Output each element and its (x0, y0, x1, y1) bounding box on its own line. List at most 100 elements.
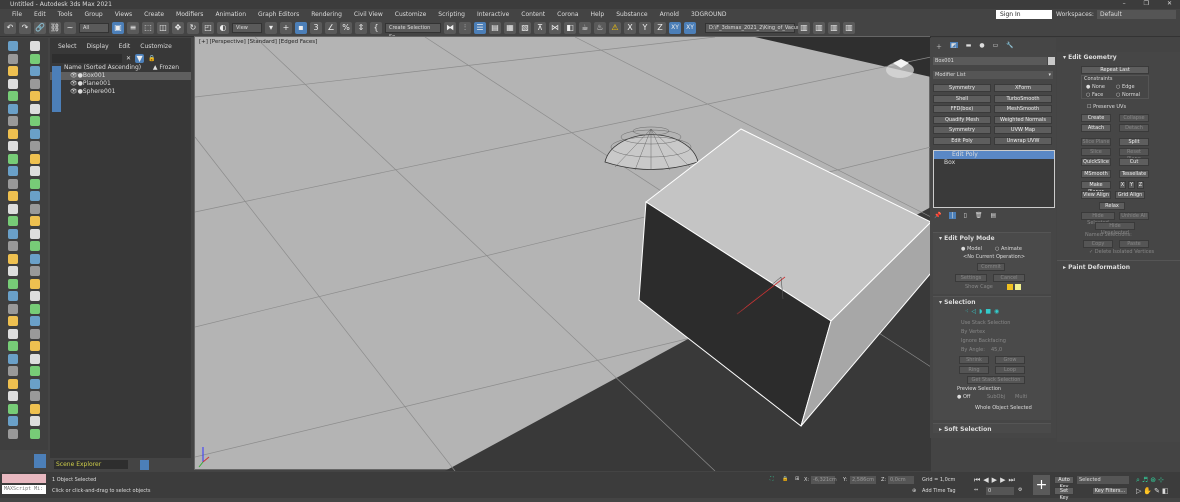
get-stack-selection-button[interactable]: Get Stack Selection (967, 376, 1025, 384)
tool-icon[interactable] (8, 141, 18, 151)
menu-customize[interactable]: Customize (389, 9, 433, 20)
menu-file[interactable]: File (6, 9, 28, 20)
remove-modifier-icon[interactable]: 🗑 (975, 212, 983, 219)
tool-icon[interactable] (30, 128, 40, 139)
schematic-icon[interactable]: ▧ (519, 22, 531, 34)
tool-icon[interactable] (30, 253, 40, 264)
hide-unselected-button[interactable]: Hide Unselected (1095, 222, 1135, 236)
tool-icon[interactable] (8, 116, 18, 126)
time-tag-icon[interactable]: ⊕ (912, 488, 916, 494)
visibility-icon[interactable]: 👁● (70, 80, 83, 88)
axis-z-button[interactable]: Z (654, 22, 666, 34)
rollout-title[interactable]: ▾ Edit Poly Mode (933, 233, 1051, 243)
menu-graph-editors[interactable]: Graph Editors (252, 9, 305, 20)
hide-selected-button[interactable]: Hide Selected (1081, 212, 1115, 226)
named-selection-dropdown[interactable]: Create Selection Se (385, 23, 441, 40)
tool-icon[interactable] (30, 378, 40, 389)
scene-object-row[interactable]: 👁● Box001 (50, 72, 191, 80)
lock-icon[interactable]: 🔒 (148, 55, 155, 62)
tool-icon[interactable] (30, 228, 40, 239)
selection-lock-icon[interactable]: 🔒 (782, 476, 788, 482)
axis-xy-button[interactable]: XY (669, 22, 681, 34)
tool-icon[interactable] (8, 353, 18, 364)
pin-stack-icon[interactable]: 📌 (934, 212, 941, 219)
tool-icon[interactable] (30, 353, 40, 364)
rect-selection-icon[interactable]: ⬚ (142, 22, 154, 34)
menu-edit[interactable]: Edit (28, 9, 52, 20)
model-radio[interactable]: ● Model (961, 246, 982, 252)
key-mode-icon[interactable]: ⇔ (974, 487, 978, 493)
by-angle-checkbox[interactable]: By Angle: (961, 347, 985, 353)
constraint-normal-radio[interactable]: ○ Normal (1116, 92, 1140, 98)
tool-icon[interactable] (30, 241, 40, 251)
tool-icon[interactable] (30, 41, 40, 51)
select-by-name-icon[interactable]: ≡ (127, 22, 139, 34)
slice-plane-button[interactable]: Slice Plane (1081, 138, 1111, 146)
tool-icon[interactable] (8, 303, 18, 314)
tool-icon[interactable] (8, 378, 18, 389)
tool-icon[interactable] (8, 278, 18, 289)
configure-sets-icon[interactable]: ▤ (990, 212, 996, 219)
scene-object-row[interactable]: 👁● Plane001 (50, 80, 191, 88)
preview-multi-radio[interactable]: Multi (1015, 394, 1027, 400)
tool-icon[interactable] (30, 178, 40, 189)
use-stack-selection-checkbox[interactable]: Use Stack Selection (961, 320, 1010, 326)
motion-tab-icon[interactable]: ● (979, 42, 984, 49)
show-cage-checkbox[interactable]: Show Cage (965, 284, 993, 290)
toggle-ribbon-icon[interactable]: ▤ (489, 22, 501, 34)
scale-icon[interactable]: ◰ (202, 22, 214, 34)
copy-button[interactable]: Copy (1083, 240, 1113, 248)
object-name-field[interactable]: Box001 (933, 57, 1047, 65)
modifier-button[interactable]: MeshSmooth (994, 105, 1052, 113)
make-planar-button[interactable]: Make Planar (1081, 181, 1111, 195)
tool-icon[interactable] (30, 428, 40, 439)
viewport-nav-icons[interactable]: ⌕♬⊛⊹ (1136, 476, 1166, 485)
render-frame-icon[interactable]: ◧ (564, 22, 576, 34)
tool-icon[interactable] (30, 416, 40, 426)
tool-icon[interactable] (8, 78, 18, 89)
perspective-viewport[interactable]: [+] [Perspective] [Standard] [Edged Face… (194, 36, 931, 471)
tool-icon[interactable] (8, 241, 18, 251)
repeat-last-button[interactable]: Repeat Last (1081, 66, 1149, 74)
unhide-all-button[interactable]: Unhide All (1119, 212, 1149, 220)
material-editor-icon[interactable]: ⊼ (534, 22, 546, 34)
tool-icon[interactable] (8, 266, 18, 276)
tool-icon[interactable] (8, 166, 18, 176)
tool-icon[interactable] (8, 416, 18, 426)
keyboard-shortcut-icon[interactable]: ▪ (295, 22, 307, 34)
tool-icon[interactable] (30, 116, 40, 126)
unlink-icon[interactable]: ⛓ (49, 22, 61, 34)
modifier-button[interactable]: Weighted Normals (994, 115, 1052, 124)
rollout-title[interactable]: ▾ Selection (933, 297, 1051, 307)
isolate-selection-icon[interactable]: ⛶ (770, 476, 774, 482)
tool-icon[interactable] (8, 91, 18, 101)
selection-filter-dropdown[interactable]: All (79, 23, 109, 33)
constraint-face-radio[interactable]: ○ Face (1086, 92, 1103, 98)
manipulate-icon[interactable]: + (280, 22, 292, 34)
tool-icon[interactable] (30, 203, 40, 214)
minimize-button[interactable]: – (1123, 0, 1126, 7)
clear-icon[interactable]: ✕ (126, 55, 131, 62)
y-button[interactable]: Y (1128, 181, 1135, 189)
visibility-icon[interactable]: 👁● (70, 88, 83, 96)
modifier-list-dropdown[interactable]: Modifier List ▾ (933, 71, 1053, 79)
create-tab-icon[interactable]: ＋ (936, 42, 942, 51)
modifier-button[interactable]: Shell (933, 94, 991, 103)
tool-icon[interactable] (8, 191, 18, 201)
frozen-column-header[interactable]: ▲ Frozen (153, 64, 179, 72)
tool-icon[interactable] (30, 53, 40, 64)
tool-icon[interactable] (8, 428, 18, 439)
project-icon-2[interactable]: ▥ (813, 22, 825, 34)
menu-scripting[interactable]: Scripting (432, 9, 471, 20)
tool-icon[interactable] (8, 153, 18, 164)
warning-icon[interactable]: ⚠ (609, 22, 621, 34)
menu-help[interactable]: Help (585, 9, 611, 20)
menu-substance[interactable]: Substance (610, 9, 653, 20)
render-setup-icon[interactable]: ⋈ (549, 22, 561, 34)
edge-icon[interactable]: ◁ (972, 308, 977, 315)
tool-icon[interactable] (8, 216, 18, 226)
tool-icon[interactable] (30, 91, 40, 101)
constraint-none-radio[interactable]: ● None (1086, 84, 1105, 90)
maximize-button[interactable]: ❐ (1144, 0, 1149, 7)
scene-explorer-dropdown[interactable]: Scene Explorer (54, 460, 128, 469)
